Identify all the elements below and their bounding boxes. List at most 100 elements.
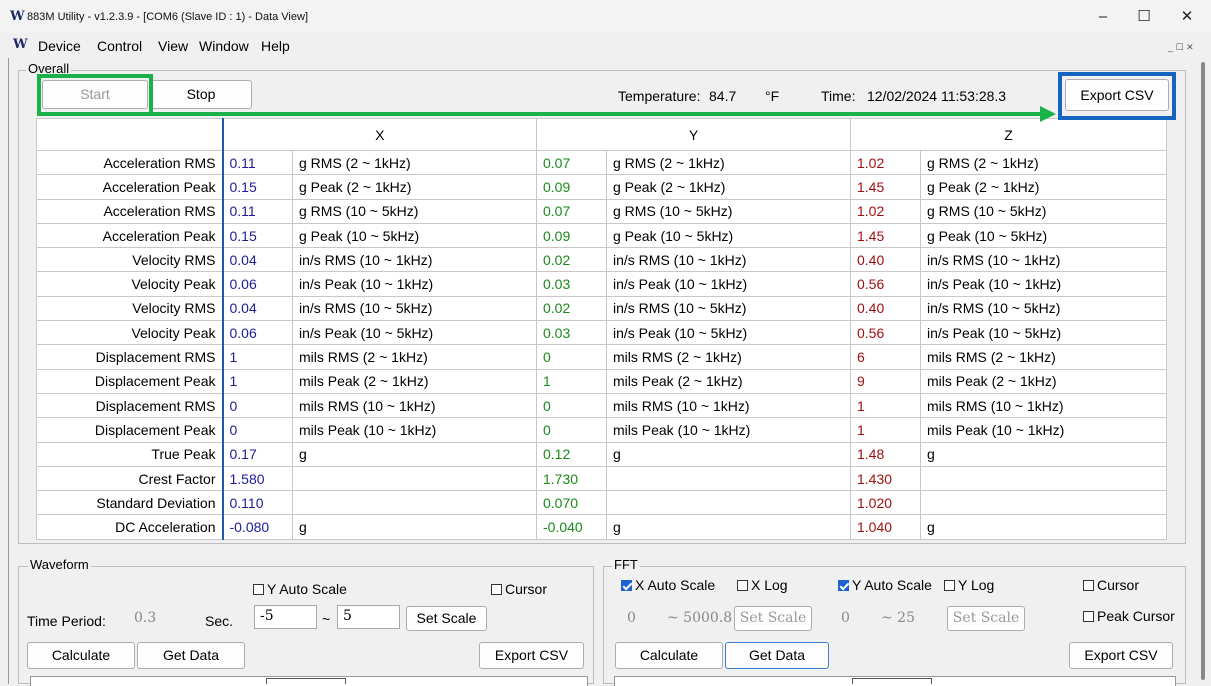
table-row: True Peak 0.17 g 0.12 g 1.48 g	[36, 441, 1167, 467]
fft-x-auto-scale-checkbox[interactable]: X Auto Scale	[621, 577, 715, 593]
x-value: 0.15	[222, 174, 293, 200]
fft-x-max-input[interactable]: ~ 5000.8	[667, 610, 732, 626]
table-header-row: X Y Z	[36, 118, 1167, 151]
table-row: Displacement RMS 0 mils RMS (10 ~ 1kHz) 0 mi…	[36, 392, 1167, 419]
y-unit: mils RMS (10 ~ 1kHz)	[606, 392, 851, 419]
x-value: -0.080	[222, 514, 293, 540]
fft-y-min-input[interactable]: 0	[841, 610, 850, 626]
x-value: 0.11	[222, 149, 293, 176]
waveform-plot-toolbar[interactable]	[266, 678, 346, 684]
temperature-unit: °F	[765, 88, 780, 104]
x-value: 0	[222, 392, 293, 419]
menu-device[interactable]: Device	[38, 38, 81, 54]
fft-y-set-scale-button[interactable]: Set Scale	[947, 606, 1025, 631]
table-row: Velocity RMS 0.04 in/s RMS (10 ~ 1kHz) 0.02…	[36, 247, 1167, 273]
menu-window[interactable]: Window	[199, 38, 249, 54]
waveform-get-data-button[interactable]: Get Data	[137, 642, 245, 669]
time-period-value: 0.3	[134, 610, 157, 626]
fft-cursor-checkbox[interactable]: Cursor	[1083, 577, 1139, 593]
checkbox-icon	[737, 579, 748, 591]
fft-peak-cursor-checkbox[interactable]: Peak Cursor	[1083, 608, 1175, 624]
waveform-cursor-checkbox[interactable]: Cursor	[491, 581, 547, 597]
y-unit: in/s RMS (10 ~ 5kHz)	[606, 295, 851, 322]
menu-bar: W Device Control View Window Help _ ☐ ✕	[0, 34, 1211, 58]
z-unit: mils Peak (2 ~ 1kHz)	[920, 368, 1167, 394]
row-name: Acceleration Peak	[36, 222, 224, 249]
y-value: 0	[536, 417, 607, 443]
x-unit: in/s RMS (10 ~ 1kHz)	[292, 247, 537, 273]
tilde-label: ~	[322, 611, 331, 627]
y-value: 0.03	[536, 320, 607, 346]
menu-view[interactable]: View	[158, 38, 188, 54]
fft-y-max-input[interactable]: ~ 25	[881, 610, 915, 626]
waveform-range-min-input[interactable]: -5	[254, 605, 317, 629]
x-value: 0.04	[222, 247, 293, 273]
fft-y-log-checkbox[interactable]: Y Log	[944, 577, 994, 593]
z-unit: in/s Peak (10 ~ 1kHz)	[920, 271, 1167, 297]
waveform-set-scale-button[interactable]: Set Scale	[406, 606, 487, 631]
y-unit: g	[606, 441, 851, 467]
header-z: Z	[850, 118, 1167, 151]
x-value: 1.580	[222, 465, 293, 492]
menu-control[interactable]: Control	[97, 38, 142, 54]
waveform-group-label: Waveform	[28, 557, 91, 572]
menu-help[interactable]: Help	[261, 38, 290, 54]
y-unit: g Peak (2 ~ 1kHz)	[606, 174, 851, 200]
time-value: 12/02/2024 11:53:28.3	[867, 88, 1007, 104]
mdi-controls[interactable]: _ ☐ ✕	[1168, 42, 1194, 53]
vertical-scrollbar[interactable]	[1196, 58, 1211, 684]
row-name: Displacement RMS	[36, 344, 224, 370]
waveform-y-auto-scale-checkbox[interactable]: Y Auto Scale	[253, 581, 347, 597]
y-unit: in/s RMS (10 ~ 1kHz)	[606, 247, 851, 273]
z-unit: in/s RMS (10 ~ 5kHz)	[920, 295, 1167, 322]
row-name: Acceleration RMS	[36, 149, 224, 176]
stop-button[interactable]: Stop	[150, 80, 252, 109]
z-unit: g	[920, 441, 1167, 467]
overall-data-table: X Y Z Acceleration RMS 0.11 g RMS (2 ~ 1kH…	[36, 118, 1167, 540]
menu-app-icon[interactable]: W	[13, 37, 28, 52]
z-unit: mils RMS (2 ~ 1kHz)	[920, 344, 1167, 370]
row-name: Displacement RMS	[36, 392, 224, 419]
y-value: 0	[536, 344, 607, 370]
close-button[interactable]: ✕	[1167, 4, 1207, 29]
waveform-export-csv-button[interactable]: Export CSV	[479, 642, 584, 669]
z-value: 1.020	[850, 490, 921, 516]
z-unit: mils RMS (10 ~ 1kHz)	[920, 392, 1167, 419]
header-y: Y	[536, 118, 851, 151]
fft-x-log-checkbox[interactable]: X Log	[737, 577, 788, 593]
row-name: Velocity RMS	[36, 247, 224, 273]
y-unit	[606, 490, 851, 516]
time-period-label: Time Period:	[27, 613, 106, 629]
x-value: 1	[222, 368, 293, 394]
fft-get-data-button[interactable]: Get Data	[725, 642, 829, 669]
z-unit: g RMS (10 ~ 5kHz)	[920, 198, 1167, 224]
row-name: Acceleration RMS	[36, 198, 224, 224]
y-value: 0	[536, 392, 607, 419]
minimize-button[interactable]: –	[1083, 4, 1123, 29]
z-value: 1	[850, 392, 921, 419]
z-value: 1.48	[850, 441, 921, 467]
y-value: 0.070	[536, 490, 607, 516]
z-value: 0.56	[850, 320, 921, 346]
fft-x-min-input[interactable]: 0	[627, 610, 636, 626]
table-row: Velocity Peak 0.06 in/s Peak (10 ~ 5kHz) 0.…	[36, 320, 1167, 346]
fft-x-set-scale-button[interactable]: Set Scale	[734, 606, 812, 631]
x-unit: mils Peak (2 ~ 1kHz)	[292, 368, 537, 394]
arrow-head-icon	[1040, 106, 1056, 122]
table-row: Acceleration Peak 0.15 g Peak (10 ~ 5kHz) 0…	[36, 222, 1167, 249]
fft-plot-toolbar[interactable]	[852, 678, 932, 684]
waveform-range-max-input[interactable]: 5	[337, 605, 400, 629]
temperature-value: 84.7	[709, 88, 737, 104]
header-blank	[36, 118, 224, 151]
maximize-button[interactable]: ☐	[1124, 4, 1164, 29]
waveform-calculate-button[interactable]: Calculate	[27, 642, 135, 669]
fft-y-auto-scale-checkbox[interactable]: Y Auto Scale	[838, 577, 932, 593]
z-unit: in/s Peak (10 ~ 5kHz)	[920, 320, 1167, 346]
y-unit: in/s Peak (10 ~ 5kHz)	[606, 320, 851, 346]
fft-export-csv-button[interactable]: Export CSV	[1069, 642, 1173, 669]
y-unit	[606, 465, 851, 492]
start-stop-highlight	[37, 74, 153, 116]
fft-calculate-button[interactable]: Calculate	[615, 642, 723, 669]
scrollbar-thumb[interactable]	[1201, 62, 1205, 680]
row-name: Velocity Peak	[36, 320, 224, 346]
